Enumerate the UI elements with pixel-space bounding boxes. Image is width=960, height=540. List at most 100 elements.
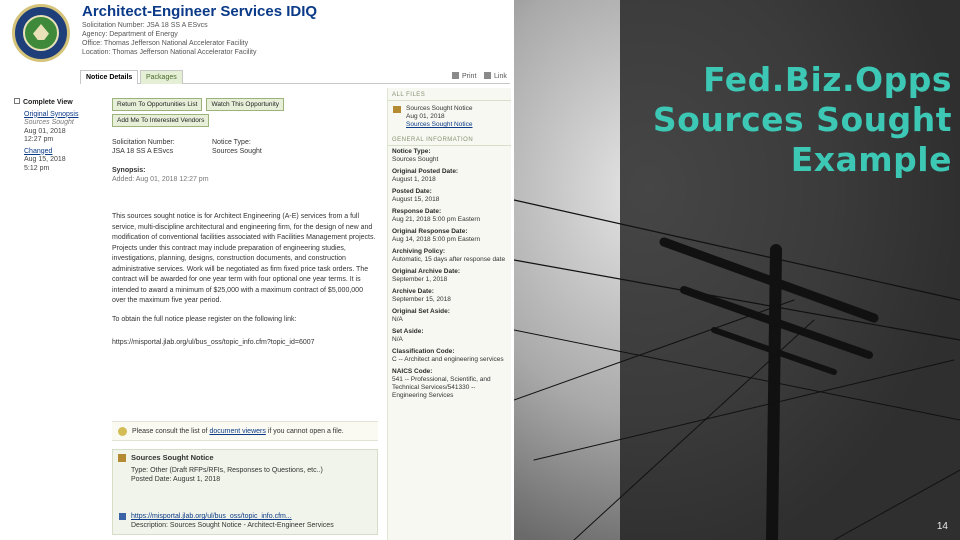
- package-description: Description: Sources Sought Notice - Arc…: [131, 522, 334, 529]
- viewer-note-text: Please consult the list of: [132, 428, 210, 435]
- general-info-item: NAICS Code: 541 -- Professional, Scientif…: [392, 368, 507, 400]
- general-info-value: Sources Sought: [392, 156, 439, 163]
- all-files-heading: ALL FILES: [388, 88, 511, 101]
- history-item: Original Synopsis Sources Sought Aug 01,…: [24, 111, 102, 145]
- folder-icon: [118, 454, 126, 462]
- notice-type-label: Notice Type:: [212, 139, 251, 146]
- general-info-label: Original Set Aside:: [392, 308, 450, 315]
- general-info-label: Response Date:: [392, 208, 442, 215]
- general-info-item: Original Response Date: Aug 14, 2018 5:00…: [392, 228, 507, 244]
- document-viewers-link[interactable]: document viewers: [209, 428, 265, 435]
- general-info-value: 541 -- Professional, Scientific, and Tec…: [392, 376, 491, 399]
- general-info-value: September 1, 2018: [392, 276, 448, 283]
- general-info-item: Posted Date: August 15, 2018: [392, 188, 507, 204]
- general-info-item: Original Set Aside: N/A: [392, 308, 507, 324]
- seal-shield: [23, 15, 59, 51]
- doe-seal-logo: [12, 4, 70, 62]
- watch-opportunity-button[interactable]: Watch This Opportunity: [206, 98, 285, 111]
- notice-header: Architect-Engineer Services IDIQ Solicit…: [82, 3, 512, 57]
- general-info-label: Classification Code:: [392, 348, 455, 355]
- print-button[interactable]: Print: [452, 70, 476, 84]
- general-info-value: N/A: [392, 336, 403, 343]
- complete-view-link[interactable]: Complete View: [14, 98, 102, 108]
- synopsis-text: This sources sought notice is for Archit…: [112, 213, 376, 304]
- general-info-item: Response Date: Aug 21, 2018 5:00 pm Easte…: [392, 208, 507, 224]
- history-item-type: Sources Sought: [24, 119, 74, 126]
- package-heading-text: Sources Sought Notice: [131, 453, 214, 462]
- viewer-note: Please consult the list of document view…: [112, 421, 378, 441]
- solicitation-line: Solicitation Number: JSA 18 SS A ESvcs: [82, 22, 208, 29]
- return-to-list-button[interactable]: Return To Opportunities List: [112, 98, 203, 111]
- file-link[interactable]: Sources Sought Notice: [406, 121, 507, 129]
- viewer-note-text-end: if you cannot open a file.: [265, 428, 344, 435]
- power-pole-photo: Fed.Biz.Opps Sources Sought Example 14: [514, 0, 960, 540]
- notice-screenshot: Architect-Engineer Services IDIQ Solicit…: [0, 0, 514, 540]
- general-info-label: NAICS Code:: [392, 368, 433, 375]
- slide-title-line: Sources Sought: [652, 100, 952, 139]
- general-info-label: Original Archive Date:: [392, 268, 461, 275]
- office-line: Office: Thomas Jefferson National Accele…: [82, 40, 249, 47]
- instructions-text: To obtain the full notice please registe…: [112, 315, 297, 323]
- general-info-list: Notice Type: Sources Sought Original Poste…: [388, 146, 511, 406]
- general-info-item: Set Aside: N/A: [392, 328, 507, 344]
- general-info-label: Notice Type:: [392, 148, 431, 155]
- package-box: Sources Sought Notice Type: Other (Draft…: [112, 449, 378, 535]
- history-item-link[interactable]: Original Synopsis: [24, 111, 102, 120]
- general-info-label: Original Posted Date:: [392, 168, 459, 175]
- general-info-item: Archiving Policy: Automatic, 15 days afte…: [392, 248, 507, 264]
- info-sidebar: ALL FILES Sources Sought Notice Aug 01, …: [387, 88, 511, 540]
- eagle-icon: [33, 24, 49, 40]
- page-number: 14: [936, 521, 948, 532]
- history-panel: Complete View Original Synopsis Sources …: [14, 98, 102, 176]
- general-info-value: September 15, 2018: [392, 296, 451, 303]
- notice-title: Architect-Engineer Services IDIQ: [82, 3, 318, 20]
- link-button[interactable]: Link: [484, 70, 507, 84]
- history-item: Changed Aug 15, 2018 5:12 pm: [24, 148, 102, 174]
- synopsis: Synopsis: Added: Aug 01, 2018 12:27 pm: [112, 166, 378, 184]
- history-item-time: 5:12 pm: [24, 164, 50, 172]
- link-icon: [484, 72, 491, 79]
- synopsis-added: Added: Aug 01, 2018 12:27 pm: [112, 176, 209, 183]
- general-info-item: Original Posted Date: August 1, 2018: [392, 168, 507, 184]
- history-icon: [14, 98, 20, 104]
- history-heading: Complete View: [23, 99, 73, 106]
- general-info-value: Aug 14, 2018 5:00 pm Eastern: [392, 236, 481, 243]
- print-label: Print: [462, 73, 477, 80]
- general-info-value: August 1, 2018: [392, 176, 436, 183]
- package-type: Type: Other (Draft RFPs/RFIs, Responses …: [131, 467, 323, 474]
- agency-line: Agency: Department of Energy: [82, 31, 178, 38]
- notice-body: Return To Opportunities List Watch This O…: [112, 98, 378, 347]
- history-item-time: 12:27 pm: [24, 136, 54, 143]
- slide-title-line: Fed.Biz.Opps: [703, 60, 952, 99]
- package-posted: Posted Date: August 1, 2018: [131, 476, 221, 483]
- tab-packages[interactable]: Packages: [140, 70, 183, 84]
- history-item-link[interactable]: Changed: [24, 148, 102, 157]
- file-icon: [119, 513, 126, 520]
- history-item-date: Aug 01, 2018: [24, 127, 66, 135]
- package-file: https://misportal.jlab.org/ul/bus_oss/to…: [113, 512, 377, 521]
- history-item-date: Aug 15, 2018: [24, 156, 66, 163]
- general-info-value: Aug 21, 2018 5:00 pm Eastern: [392, 216, 481, 223]
- notice-summary: Solicitation Number: Notice Type: JSA 18…: [112, 138, 378, 156]
- general-info-item: Notice Type: Sources Sought: [392, 148, 507, 164]
- location-line: Location: Thomas Jefferson National Acce…: [82, 49, 257, 56]
- lightbulb-icon: [118, 427, 127, 436]
- synopsis-label: Synopsis:: [112, 167, 146, 174]
- file-date: Aug 01, 2018: [406, 113, 445, 120]
- general-info-label: Set Aside:: [392, 328, 424, 335]
- folder-icon: [393, 106, 401, 113]
- add-interested-vendor-button[interactable]: Add Me To Interested Vendors: [112, 114, 210, 127]
- solicitation-label: Solicitation Number:: [112, 139, 175, 146]
- general-info-item: Original Archive Date: September 1, 2018: [392, 268, 507, 284]
- general-info-value: August 15, 2018: [392, 196, 440, 203]
- general-info-value: N/A: [392, 316, 403, 323]
- slide-title: Fed.Biz.Opps Sources Sought Example: [652, 60, 952, 180]
- package-file-link[interactable]: https://misportal.jlab.org/ul/bus_oss/to…: [131, 513, 292, 520]
- general-info-item: Archive Date: September 15, 2018: [392, 288, 507, 304]
- file-title: Sources Sought Notice: [406, 105, 473, 112]
- general-info-item: Classification Code: C -- Architect and e…: [392, 348, 507, 364]
- action-buttons: Return To Opportunities List Watch This O…: [112, 98, 378, 130]
- registration-url[interactable]: https://misportal.jlab.org/ul/bus_oss/to…: [112, 338, 378, 347]
- tab-notice-details[interactable]: Notice Details: [80, 70, 139, 84]
- general-info-label: Original Response Date:: [392, 228, 468, 235]
